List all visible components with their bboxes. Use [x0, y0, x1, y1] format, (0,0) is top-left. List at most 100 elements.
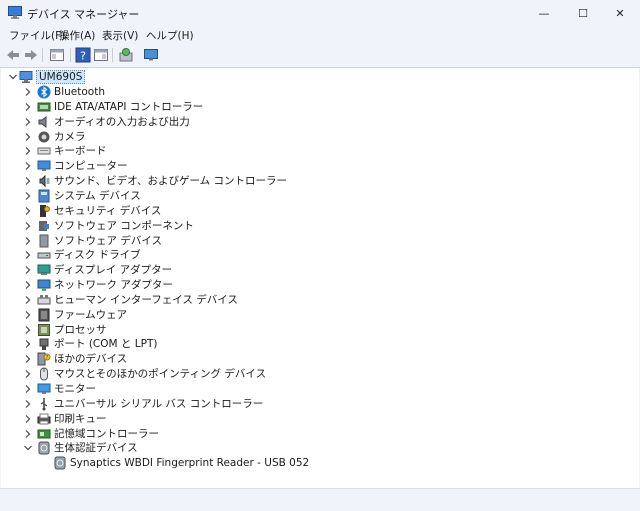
tree-node[interactable]: ソフトウェア デバイス: [1, 234, 621, 248]
tree-node-label: コンピューター: [54, 160, 128, 173]
monitor-display-icon[interactable]: [143, 47, 159, 63]
tree-node[interactable]: ヒューマン インターフェイス デバイス: [1, 293, 621, 307]
status-bar: [0, 488, 640, 511]
menu-action[interactable]: 操作(A): [59, 28, 95, 43]
printer-icon: [37, 413, 51, 425]
tree-node[interactable]: ポート (COM と LPT): [1, 337, 621, 351]
tree-node[interactable]: モニター: [1, 382, 621, 396]
maximize-button[interactable]: ☐: [563, 0, 603, 26]
chevron-right-icon[interactable]: [23, 250, 33, 260]
chevron-right-icon[interactable]: [23, 146, 33, 156]
tree-node[interactable]: ファームウェア: [1, 308, 621, 322]
tree-node[interactable]: ソフトウェア コンポーネント: [1, 219, 621, 233]
mouse-icon: [40, 367, 48, 381]
tree-node-label: カメラ: [54, 130, 86, 143]
menu-view[interactable]: 表示(V): [102, 28, 138, 43]
scan-hardware-changes-icon[interactable]: [118, 47, 134, 63]
chevron-right-icon[interactable]: [23, 384, 33, 394]
camera-icon: [38, 131, 50, 143]
chevron-right-icon[interactable]: [23, 132, 33, 142]
disk-drive-icon: [37, 252, 51, 259]
chevron-down-icon[interactable]: [23, 443, 33, 453]
tree-node[interactable]: マウスとそのほかのポインティング デバイス: [1, 367, 621, 381]
chevron-right-icon[interactable]: [23, 310, 33, 320]
tree-node[interactable]: オーディオの入力および出力: [1, 115, 621, 129]
tree-node[interactable]: ネットワーク アダプター: [1, 278, 621, 292]
chevron-right-icon[interactable]: [23, 87, 33, 97]
tree-node-label: ディスク ドライブ: [54, 249, 141, 262]
tree-node-label: IDE ATA/ATAPI コントローラー: [54, 100, 204, 113]
menu-file[interactable]: ファイル(F): [9, 28, 65, 43]
tree-node-label: ファームウェア: [54, 308, 128, 321]
chevron-right-icon[interactable]: [23, 221, 33, 231]
properties-icon[interactable]: [93, 47, 109, 63]
chevron-right-icon[interactable]: [23, 414, 33, 424]
chevron-right-icon[interactable]: [23, 354, 33, 364]
tree-node[interactable]: コンピューター: [1, 159, 621, 173]
tree-node[interactable]: ディスプレイ アダプター: [1, 263, 621, 277]
processor-icon: [38, 323, 50, 336]
chevron-right-icon[interactable]: [23, 206, 33, 216]
help-icon[interactable]: ?: [75, 47, 91, 63]
chevron-right-icon[interactable]: [23, 176, 33, 186]
fingerprint-icon: [54, 456, 66, 470]
svg-text:?: ?: [46, 355, 49, 361]
back-icon[interactable]: [5, 47, 21, 63]
menu-bar: ファイル(F) 操作(A) 表示(V) ヘルプ(H): [0, 26, 640, 43]
chevron-right-icon[interactable]: [23, 295, 33, 305]
minimize-button[interactable]: —: [524, 0, 564, 26]
tree-node-label: オーディオの入力および出力: [54, 115, 190, 128]
chevron-right-icon[interactable]: [23, 369, 33, 379]
tree-node-child[interactable]: Synaptics WBDI Fingerprint Reader - USB …: [1, 456, 621, 470]
tree-node-label: 生体認証デバイス: [54, 442, 138, 455]
toolbar-separator: [70, 48, 71, 62]
forward-icon[interactable]: [23, 47, 39, 63]
show-hide-console-tree-icon[interactable]: [49, 47, 65, 63]
chevron-right-icon[interactable]: [23, 325, 33, 335]
tree-node[interactable]: IDE ATA/ATAPI コントローラー: [1, 100, 621, 114]
chevron-right-icon[interactable]: [23, 236, 33, 246]
tree-node[interactable]: キーボード: [1, 144, 621, 158]
chevron-right-icon[interactable]: [23, 191, 33, 201]
window-title: デバイス マネージャー: [27, 8, 140, 21]
tree-node[interactable]: 生体認証デバイス: [1, 441, 621, 455]
tree-node[interactable]: システム デバイス: [1, 189, 621, 203]
system-device-icon: [38, 189, 50, 203]
chevron-right-icon[interactable]: [23, 280, 33, 290]
minimize-icon: —: [538, 6, 550, 20]
tree-node[interactable]: セキュリティ デバイス: [1, 204, 621, 218]
sound-icon: [39, 174, 50, 188]
tree-node-label: Bluetooth: [54, 86, 105, 98]
tree-node[interactable]: 印刷キュー: [1, 412, 621, 426]
chevron-right-icon[interactable]: [23, 117, 33, 127]
tree-node-label: 記憶域コントローラー: [54, 427, 159, 440]
tree-node[interactable]: サウンド、ビデオ、およびゲーム コントローラー: [1, 174, 621, 188]
toolbar-separator: [112, 48, 113, 62]
tree-node-label: サウンド、ビデオ、およびゲーム コントローラー: [54, 175, 287, 188]
tree-node-label: セキュリティ デバイス: [54, 204, 162, 217]
tree-node[interactable]: Bluetooth: [1, 85, 621, 99]
svg-text:?: ?: [80, 50, 86, 63]
chevron-down-icon[interactable]: [8, 72, 18, 82]
usb-icon: [40, 397, 48, 411]
tree-node[interactable]: カメラ: [1, 130, 621, 144]
toolbar: ?: [0, 43, 640, 68]
storage-controller-icon: [37, 429, 51, 439]
tree-node[interactable]: ディスク ドライブ: [1, 248, 621, 262]
tree-node-label: ディスプレイ アダプター: [54, 264, 173, 277]
chevron-right-icon[interactable]: [23, 161, 33, 171]
tree-node[interactable]: ユニバーサル シリアル バス コントローラー: [1, 397, 621, 411]
tree-node[interactable]: ? ほかのデバイス: [1, 352, 621, 366]
close-button[interactable]: ✕: [600, 0, 640, 26]
tree-node[interactable]: プロセッサ: [1, 323, 621, 337]
chevron-right-icon[interactable]: [23, 102, 33, 112]
device-manager-app-icon: [8, 6, 22, 19]
chevron-right-icon[interactable]: [23, 429, 33, 439]
biometric-icon: [38, 441, 50, 455]
menu-help[interactable]: ヘルプ(H): [146, 28, 194, 43]
tree-root[interactable]: UM690S: [1, 70, 621, 84]
chevron-right-icon[interactable]: [23, 399, 33, 409]
chevron-right-icon[interactable]: [23, 339, 33, 349]
chevron-right-icon[interactable]: [23, 265, 33, 275]
tree-node[interactable]: 記憶域コントローラー: [1, 427, 621, 441]
